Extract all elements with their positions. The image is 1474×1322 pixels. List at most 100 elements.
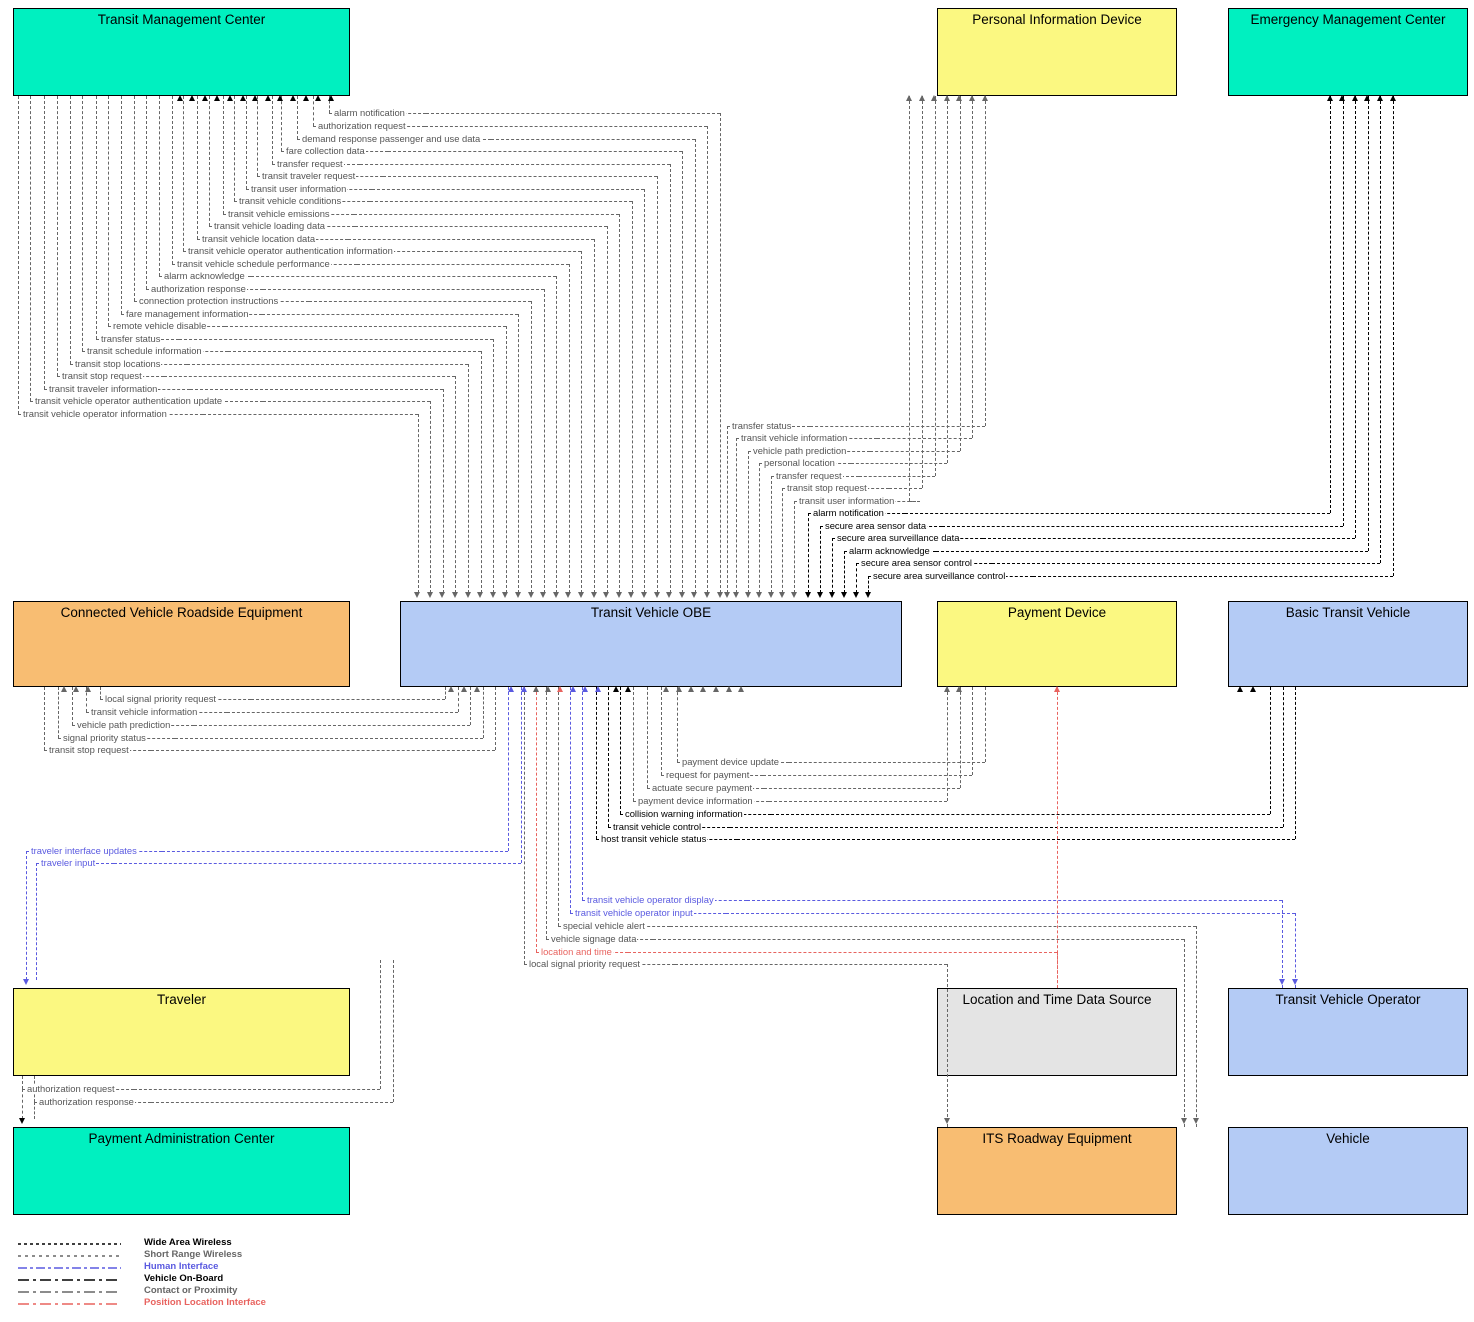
flow-label: transit schedule information — [86, 345, 203, 356]
connector-segment — [909, 501, 921, 502]
connector-segment — [747, 900, 1282, 901]
arrowhead — [581, 686, 588, 692]
node-itsre[interactable]: ITS Roadway Equipment — [937, 1127, 1177, 1215]
connector-segment — [262, 289, 544, 290]
node-ltds[interactable]: Location and Time Data Source — [937, 988, 1177, 1076]
connector-segment — [985, 687, 986, 762]
flow-label: transit vehicle information — [90, 706, 199, 717]
node-title: Payment Administration Center — [88, 1131, 275, 1146]
legend-line-sample — [18, 1267, 121, 1269]
arrowhead — [507, 686, 514, 692]
connector-segment — [947, 96, 949, 463]
flow-label: transit stop locations — [74, 358, 162, 369]
legend-line-sample — [18, 1255, 121, 1257]
flow-label: transit vehicle loading data — [213, 220, 327, 231]
connector-segment — [1367, 96, 1369, 551]
flow-label: alarm acknowledge — [848, 545, 931, 556]
arrowhead — [691, 592, 698, 598]
node-btv[interactable]: Basic Transit Vehicle — [1228, 601, 1468, 687]
arrowhead — [264, 95, 271, 101]
connector-segment — [22, 1089, 23, 1119]
node-tvobe[interactable]: Transit Vehicle OBE — [400, 601, 902, 687]
connector-segment — [1196, 926, 1197, 1127]
connector-segment — [430, 401, 432, 593]
connector-segment — [383, 176, 657, 177]
arrowhead — [22, 979, 29, 985]
connector-segment — [820, 526, 821, 593]
node-tvop[interactable]: Transit Vehicle Operator — [1228, 988, 1468, 1076]
arrowhead — [60, 686, 67, 692]
connector-segment — [582, 687, 583, 900]
arrowhead — [816, 592, 823, 598]
flow-label: authorization request — [26, 1083, 116, 1094]
flow-label: transfer status — [100, 333, 162, 344]
arrowhead — [1053, 686, 1060, 692]
connector-segment — [769, 801, 948, 802]
arrowhead — [239, 95, 246, 101]
legend-label: Wide Area Wireless — [144, 1237, 232, 1248]
arrowhead — [931, 95, 938, 101]
connector-segment — [669, 164, 671, 593]
node-trav[interactable]: Traveler — [13, 988, 350, 1076]
node-pac[interactable]: Payment Administration Center — [13, 1127, 350, 1215]
connector-segment — [30, 96, 31, 401]
arrowhead — [804, 592, 811, 598]
node-tmc[interactable]: Transit Management Center — [13, 8, 350, 96]
arrowhead — [703, 592, 710, 598]
arrowhead — [737, 686, 744, 692]
node-veh[interactable]: Vehicle — [1228, 1127, 1468, 1215]
flow-label: transit user information — [250, 183, 348, 194]
arrowhead — [72, 686, 79, 692]
node-emc[interactable]: Emergency Management Center — [1228, 8, 1468, 96]
connector-segment — [536, 687, 537, 952]
legend-label: Short Range Wireless — [144, 1249, 243, 1260]
flow-label: alarm notification — [812, 507, 885, 518]
arrowhead — [778, 592, 785, 598]
flow-label: authorization response — [38, 1096, 135, 1107]
node-cvre[interactable]: Connected Vehicle Roadside Equipment — [13, 601, 350, 687]
arrowhead — [624, 686, 631, 692]
node-title: Payment Device — [1007, 605, 1107, 620]
arrowhead — [277, 95, 284, 101]
connector-segment — [546, 687, 547, 939]
connector-segment — [440, 251, 582, 252]
connector-segment — [482, 687, 484, 738]
connector-segment — [202, 414, 418, 415]
connector-segment — [380, 960, 381, 1089]
flow-label: vehicle signage data — [550, 933, 638, 944]
connector-segment — [251, 276, 557, 277]
connector-segment — [134, 96, 135, 301]
arrowhead — [1376, 95, 1383, 101]
connector-segment — [851, 463, 948, 464]
flow-label: transit vehicle location data — [201, 233, 317, 244]
flow-label: personal location — [763, 457, 836, 468]
connector-segment — [524, 687, 525, 964]
connector-segment — [1355, 96, 1357, 538]
arrowhead — [687, 686, 694, 692]
connector-segment — [794, 501, 795, 593]
connector-segment — [417, 414, 419, 593]
connector-segment — [809, 426, 985, 427]
connector-segment — [858, 476, 935, 477]
connector-segment — [82, 96, 83, 351]
flow-label: secure area sensor control — [860, 557, 973, 568]
connector-segment — [359, 164, 670, 165]
connector-segment — [197, 96, 198, 239]
connector-segment — [771, 476, 772, 593]
arrowhead — [699, 686, 706, 692]
connector-segment — [162, 851, 508, 852]
connector-segment — [470, 687, 472, 725]
connector-segment — [133, 1089, 380, 1090]
connector-segment — [146, 96, 147, 289]
arrowhead — [628, 592, 635, 598]
connector-segment — [1342, 96, 1344, 526]
flow-label: payment device update — [681, 756, 780, 767]
node-pdev[interactable]: Payment Device — [937, 601, 1177, 687]
node-title: Location and Time Data Source — [962, 992, 1152, 1007]
arrowhead — [18, 1118, 25, 1124]
arrowhead — [514, 592, 521, 598]
connector-segment — [934, 96, 936, 476]
node-pid[interactable]: Personal Information Device — [937, 8, 1177, 96]
connector-segment — [189, 389, 443, 390]
connector-segment — [631, 201, 633, 593]
